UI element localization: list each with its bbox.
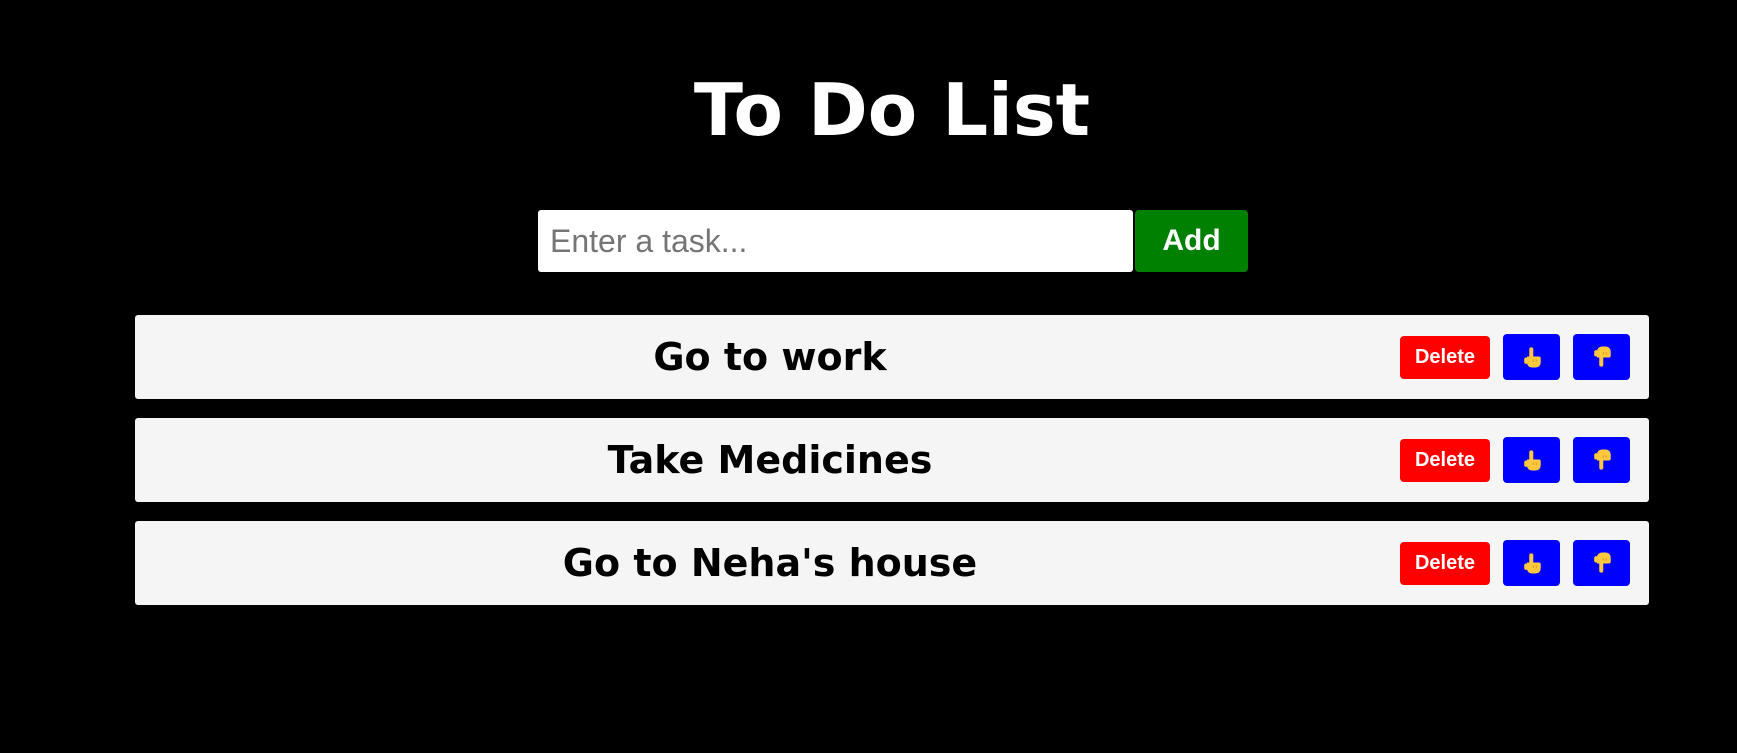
- task-item: Go to Neha's house Delete: [135, 521, 1649, 605]
- task-item: Go to work Delete: [135, 315, 1649, 399]
- pointing-up-hand-icon: [1523, 450, 1541, 471]
- page-title: To Do List: [693, 68, 1091, 152]
- task-actions: Delete: [1400, 540, 1630, 586]
- task-text: Go to Neha's house: [562, 541, 978, 585]
- move-up-button[interactable]: [1503, 540, 1560, 586]
- move-down-button[interactable]: [1573, 334, 1630, 380]
- delete-button[interactable]: Delete: [1400, 335, 1490, 379]
- pointing-up-hand-icon: [1523, 553, 1541, 574]
- move-down-button[interactable]: [1573, 437, 1630, 483]
- move-up-button[interactable]: [1503, 334, 1560, 380]
- move-down-button[interactable]: [1573, 540, 1630, 586]
- add-task-form: Add: [538, 210, 1248, 272]
- task-text: Go to work: [653, 335, 887, 379]
- pointing-down-hand-icon: [1593, 552, 1611, 573]
- delete-button[interactable]: Delete: [1400, 438, 1490, 482]
- task-actions: Delete: [1400, 437, 1630, 483]
- delete-button[interactable]: Delete: [1400, 541, 1490, 585]
- task-item: Take Medicines Delete: [135, 418, 1649, 502]
- task-input[interactable]: [538, 210, 1133, 272]
- pointing-up-hand-icon: [1523, 347, 1541, 368]
- add-button[interactable]: Add: [1135, 210, 1248, 272]
- task-actions: Delete: [1400, 334, 1630, 380]
- pointing-down-hand-icon: [1593, 346, 1611, 367]
- pointing-down-hand-icon: [1593, 449, 1611, 470]
- move-up-button[interactable]: [1503, 437, 1560, 483]
- task-text: Take Medicines: [607, 438, 933, 482]
- task-list: Go to work Delete Take Medicines Delete …: [135, 315, 1649, 624]
